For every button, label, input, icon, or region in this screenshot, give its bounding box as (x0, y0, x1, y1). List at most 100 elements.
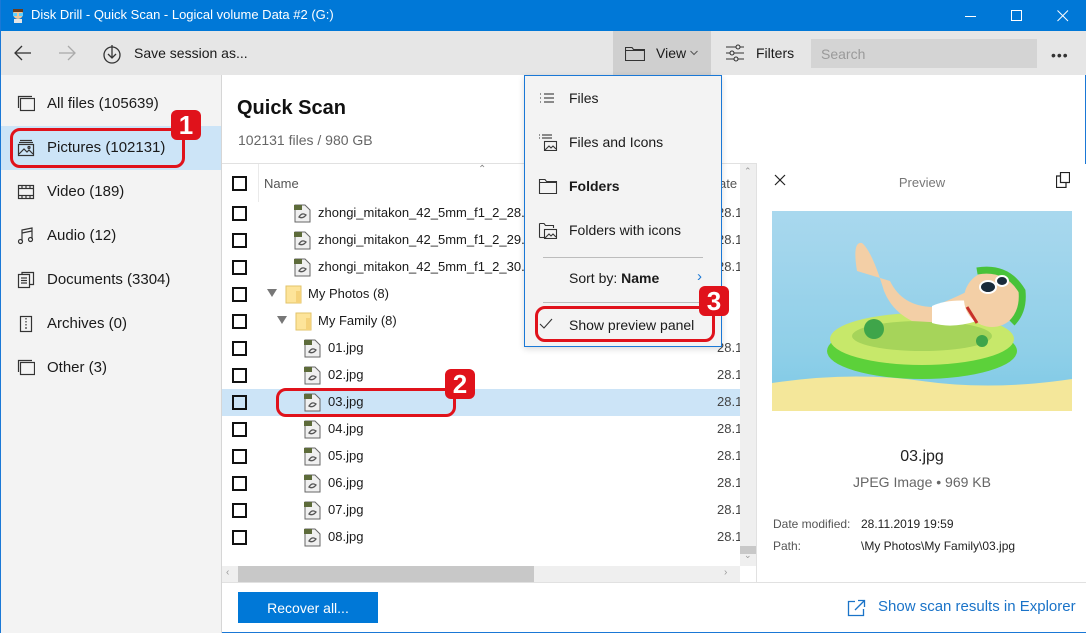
show-in-explorer-label: Show scan results in Explorer (878, 598, 1076, 615)
row-checkbox[interactable] (232, 422, 247, 437)
date-modified-value: 28.11.2019 19:59 (861, 517, 954, 531)
annotation-highlight-2 (276, 388, 456, 417)
list-with-images-icon (538, 133, 558, 152)
file-row[interactable]: 08.jpg 28.1 (222, 524, 742, 551)
image-file-icon (304, 474, 321, 493)
forward-button[interactable] (57, 43, 77, 63)
row-checkbox[interactable] (232, 368, 247, 383)
expand-triangle-icon[interactable] (277, 316, 287, 324)
minimize-button[interactable] (948, 0, 994, 31)
row-checkbox[interactable] (232, 476, 247, 491)
date-modified-label: Date modified: (773, 517, 851, 531)
column-name[interactable]: Name (264, 176, 299, 191)
popout-icon[interactable] (1056, 172, 1070, 188)
file-row[interactable]: 05.jpg 28.1 (222, 443, 743, 470)
file-name: 02.jpg (328, 367, 364, 382)
all-files-icon (17, 95, 36, 113)
list-icon (538, 89, 558, 107)
file-name: zhongi_mitakon_42_5mm_f1_2_29.jp (318, 232, 535, 247)
annotation-highlight-1 (10, 128, 185, 168)
file-name: 04.jpg (328, 421, 364, 436)
arrow-right-icon (59, 45, 76, 61)
image-file-icon (304, 501, 321, 520)
save-session-label[interactable]: Save session as... (134, 45, 248, 61)
folder-icon (295, 312, 312, 331)
preview-file-name: 03.jpg (900, 448, 944, 465)
other-icon (17, 359, 36, 377)
close-icon (1057, 9, 1069, 21)
video-icon (17, 183, 35, 201)
filters-button[interactable]: Filters (721, 31, 805, 75)
row-checkbox[interactable] (232, 449, 247, 464)
audio-icon (17, 227, 35, 245)
row-checkbox[interactable] (232, 287, 247, 302)
row-checkbox[interactable] (232, 233, 247, 248)
sidebar-item-archives[interactable]: Archives (0) (1, 302, 221, 346)
menu-item-files[interactable]: Files (525, 76, 721, 120)
scroll-up-icon[interactable]: ⌃ (744, 166, 752, 177)
menu-item-sort-by[interactable]: Sort by: Name › (525, 256, 721, 300)
row-checkbox[interactable] (232, 314, 247, 329)
recover-all-button[interactable]: Recover all... (238, 592, 378, 623)
menu-item-folders-with-icons[interactable]: Folders with icons (525, 208, 721, 252)
maximize-button[interactable] (994, 0, 1040, 31)
annotation-highlight-3 (535, 306, 715, 342)
menu-item-label: Folders with icons (569, 222, 682, 238)
file-row[interactable]: 02.jpg 28.1 (222, 362, 742, 389)
sort-by-label: Sort by: Name (569, 270, 660, 286)
preview-title: Preview (898, 175, 946, 190)
scrollbar-thumb[interactable] (238, 566, 534, 582)
column-divider (258, 164, 259, 202)
image-file-icon (294, 231, 311, 250)
row-checkbox[interactable] (232, 206, 247, 221)
sidebar-item-label: All files (105639) (47, 95, 159, 112)
menu-item-label: Files and Icons (569, 134, 664, 150)
disk-drill-logo-icon (13, 9, 23, 23)
path-value: \My Photos\My Family\03.jpg (861, 539, 1016, 553)
horizontal-scrollbar[interactable]: ‹ › (222, 566, 740, 582)
preview-image (772, 211, 1072, 411)
file-date: 28.1 (717, 448, 743, 463)
row-checkbox[interactable] (232, 341, 247, 356)
scroll-down-icon[interactable]: ⌄ (744, 550, 752, 561)
file-row[interactable]: 06.jpg 28.1 (222, 470, 742, 497)
expand-triangle-icon[interactable] (267, 289, 277, 297)
folder-icon (625, 46, 645, 61)
sidebar-item-label: Audio (12) (47, 227, 117, 244)
menu-item-files-and-icons[interactable]: Files and Icons (525, 120, 721, 164)
annotation-badge-1: 1 (171, 110, 201, 140)
menu-item-folders[interactable]: Folders (525, 164, 721, 208)
sidebar-item-video[interactable]: Video (189) (1, 170, 221, 214)
row-checkbox[interactable] (232, 503, 247, 518)
image-file-icon (294, 204, 311, 223)
save-session-button[interactable] (102, 44, 122, 64)
scroll-left-icon[interactable]: ‹ (226, 567, 229, 578)
sidebar-item-label: Archives (0) (47, 315, 128, 332)
scroll-right-icon[interactable]: › (724, 567, 727, 578)
file-row[interactable]: 04.jpg 28.1 (222, 416, 742, 443)
folder-icon (538, 177, 558, 195)
back-button[interactable] (13, 43, 33, 63)
sidebar-item-audio[interactable]: Audio (12) (1, 214, 221, 258)
file-name: 08.jpg (328, 529, 364, 544)
more-options-button[interactable]: ••• (1051, 47, 1069, 63)
folder-icon (285, 285, 302, 304)
image-file-icon (304, 420, 321, 439)
app-window: Disk Drill - Quick Scan - Logical volume… (0, 0, 1086, 633)
close-button[interactable] (1040, 0, 1086, 31)
vertical-scrollbar[interactable]: ⌃ ⌄ (740, 164, 756, 566)
view-dropdown-button[interactable]: View (613, 31, 711, 75)
baby-photo-image (772, 211, 1072, 411)
sidebar-item-other[interactable]: Other (3) (1, 346, 221, 390)
row-checkbox[interactable] (232, 395, 247, 410)
file-row[interactable]: 07.jpg 28.1 (222, 497, 742, 524)
chevron-down-icon (690, 50, 698, 56)
toolbar: Save session as... View Filters ••• (1, 31, 1086, 75)
row-checkbox[interactable] (232, 530, 247, 545)
search-input[interactable] (811, 39, 1037, 68)
sidebar-item-documents[interactable]: Documents (3304) (1, 258, 221, 302)
select-all-checkbox[interactable] (232, 176, 247, 191)
documents-icon (17, 271, 35, 289)
file-name: 05.jpg (328, 448, 364, 463)
row-checkbox[interactable] (232, 260, 247, 275)
